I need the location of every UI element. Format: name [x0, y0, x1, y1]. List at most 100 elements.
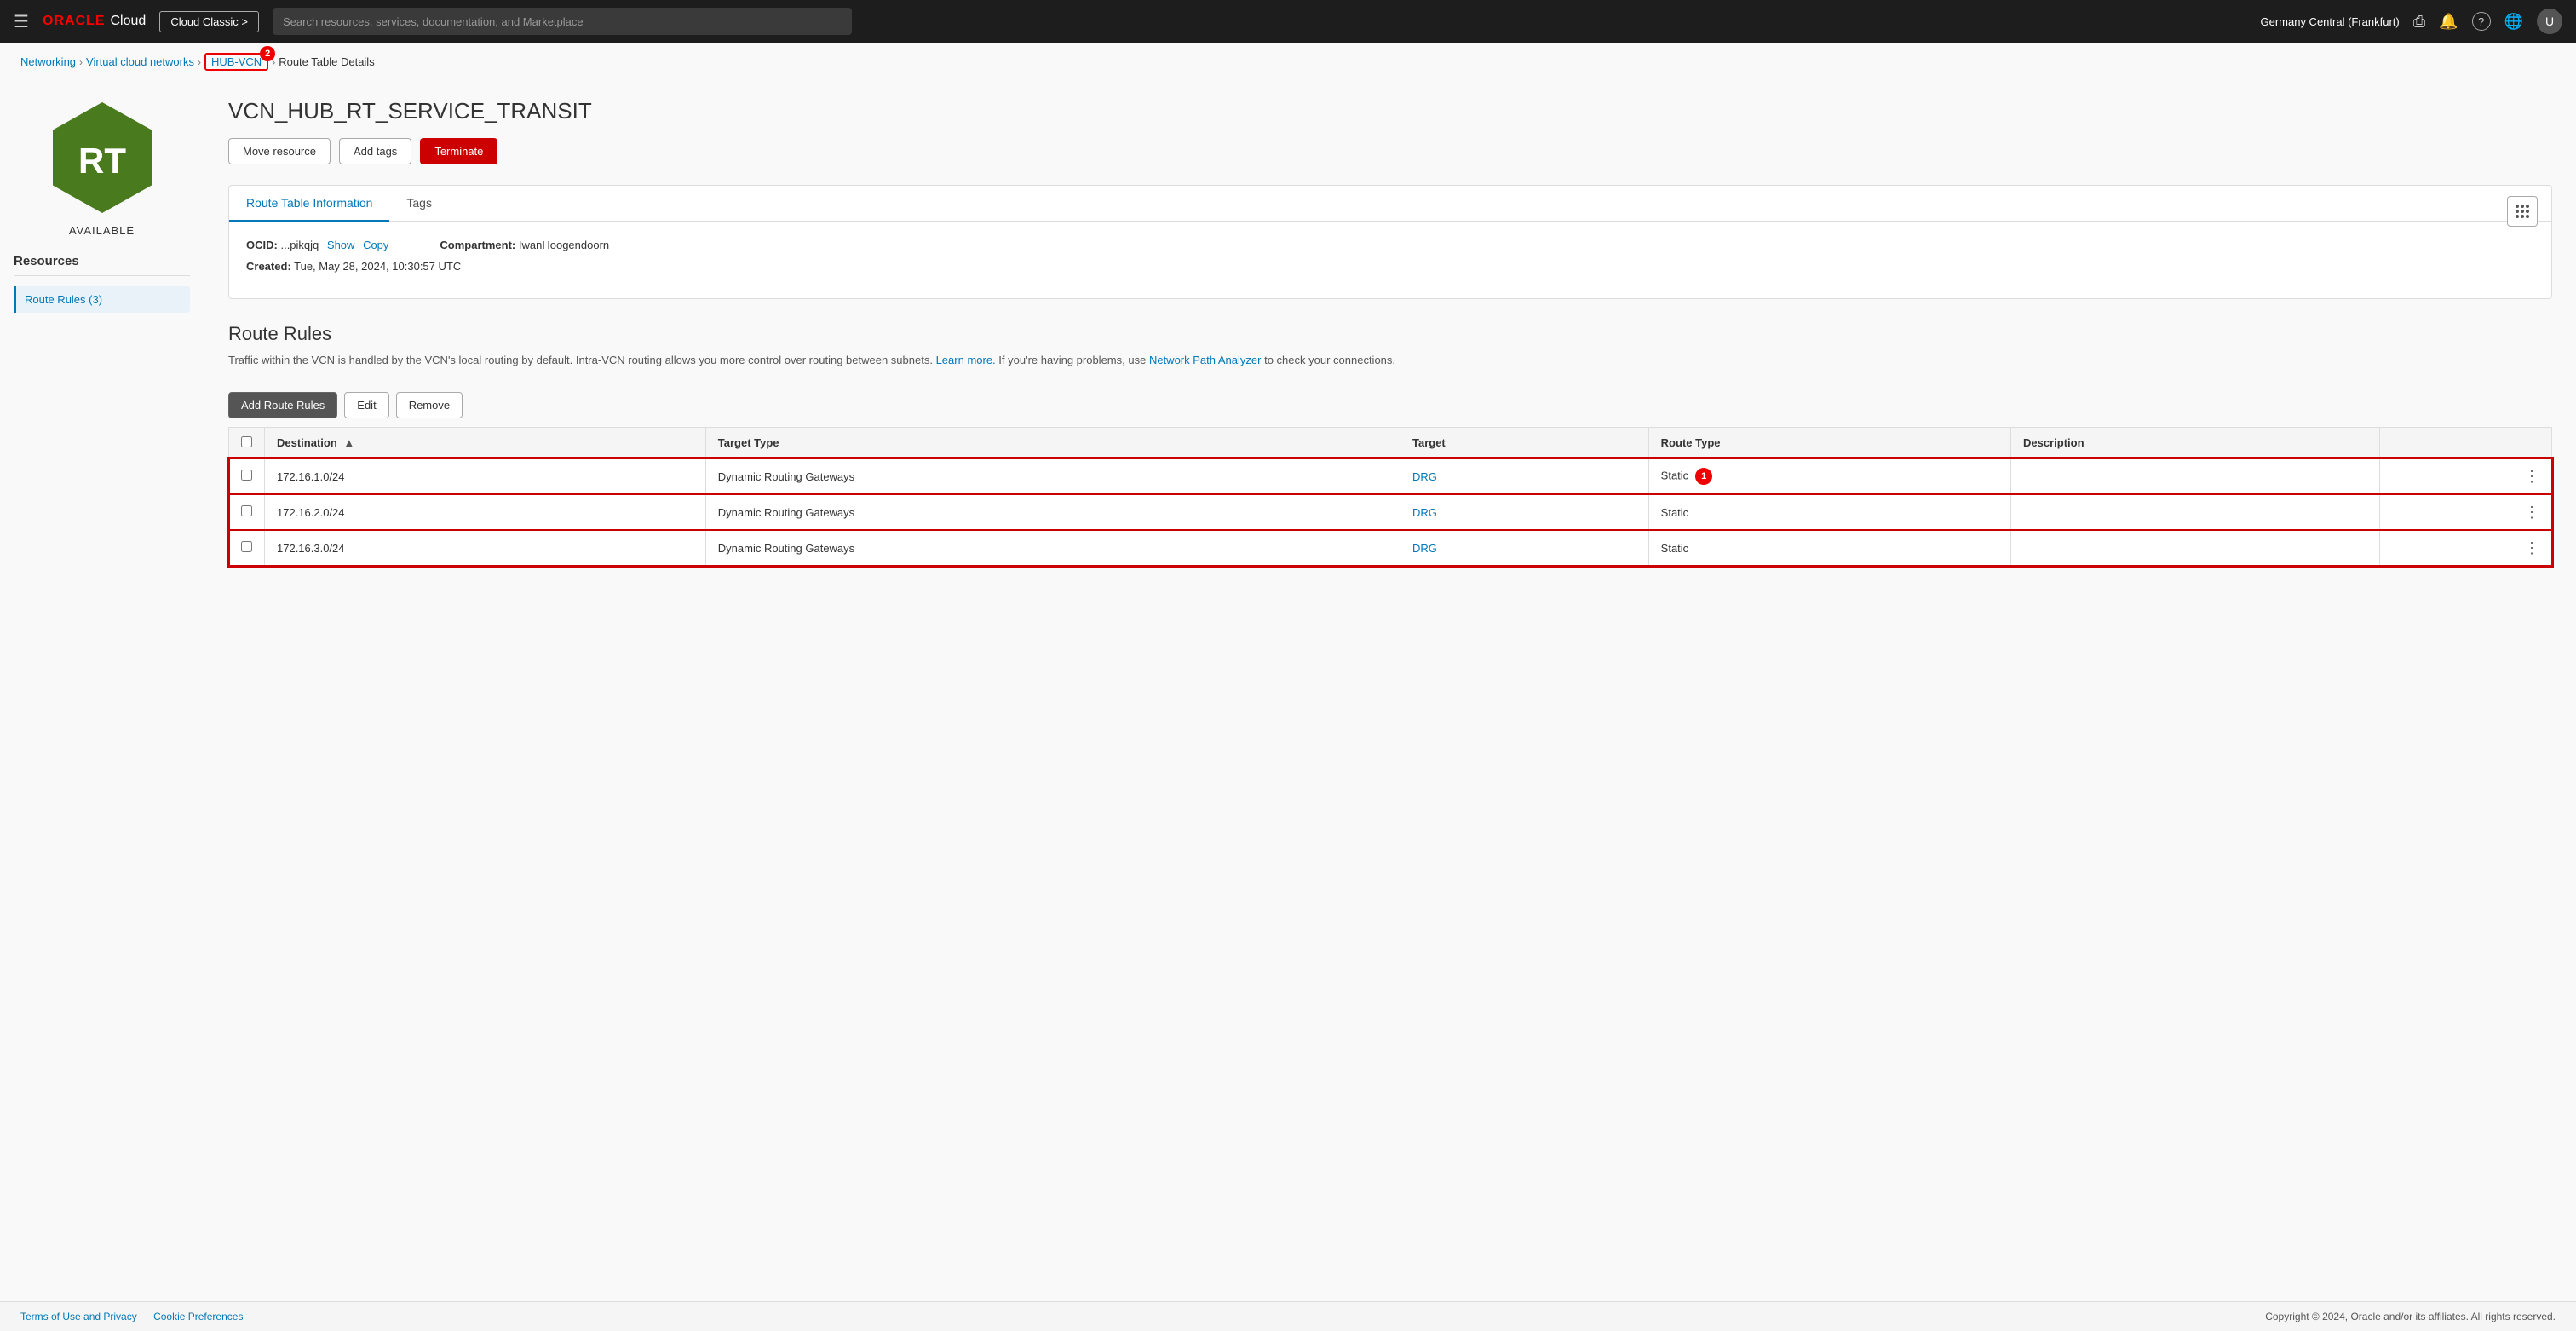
edit-button[interactable]: Edit — [344, 392, 388, 418]
svg-text:RT: RT — [78, 141, 126, 181]
tab-tags[interactable]: Tags — [389, 186, 449, 222]
ocid-copy-link[interactable]: Copy — [363, 239, 388, 251]
terminate-button[interactable]: Terminate — [420, 138, 497, 164]
created-field: Created: Tue, May 28, 2024, 10:30:57 UTC — [246, 260, 461, 273]
select-all-checkbox[interactable] — [241, 436, 252, 447]
row-checkbox[interactable] — [241, 470, 252, 481]
kebab-menu-icon[interactable]: ⋮ — [2524, 468, 2539, 485]
kebab-menu-icon[interactable]: ⋮ — [2524, 504, 2539, 521]
page-title: VCN_HUB_RT_SERVICE_TRANSIT — [228, 98, 2552, 124]
info-card-body: OCID: ...pikqjq Show Copy Compartment: I… — [229, 222, 2551, 298]
rt-status: AVAILABLE — [69, 224, 135, 237]
cookie-link[interactable]: Cookie Preferences — [153, 1311, 243, 1322]
cell-route-type: Static — [1648, 530, 2010, 566]
cell-route-type: Static1 — [1648, 458, 2010, 494]
ocid-show-link[interactable]: Show — [327, 239, 355, 251]
cell-target: DRG — [1400, 530, 1649, 566]
breadcrumb-vcn[interactable]: Virtual cloud networks — [86, 55, 194, 68]
table-toolbar: Add Route Rules Edit Remove — [228, 383, 2552, 427]
avatar[interactable]: U — [2537, 9, 2562, 34]
bell-icon[interactable]: 🔔 — [2439, 13, 2458, 31]
breadcrumb-networking[interactable]: Networking — [20, 55, 76, 68]
ocid-value: ...pikqjq — [280, 239, 319, 251]
ocid-field: OCID: ...pikqjq Show Copy — [246, 239, 388, 251]
route-type-badge: 1 — [1695, 468, 1712, 485]
breadcrumb-sep-1: › — [79, 56, 83, 68]
rt-icon-container: RT AVAILABLE — [14, 98, 190, 237]
footer-copyright: Copyright © 2024, Oracle and/or its affi… — [2265, 1311, 2556, 1322]
remove-button[interactable]: Remove — [396, 392, 463, 418]
cell-destination: 172.16.3.0/24 — [265, 530, 706, 566]
globe-icon[interactable]: 🌐 — [2504, 13, 2523, 31]
left-panel: RT AVAILABLE Resources Route Rules (3) — [0, 81, 204, 1301]
terms-link[interactable]: Terms of Use and Privacy — [20, 1311, 137, 1322]
cell-target-type: Dynamic Routing Gateways — [705, 458, 1400, 494]
cell-target: DRG — [1400, 494, 1649, 530]
rt-hexagon: RT — [43, 98, 162, 217]
target-link[interactable]: DRG — [1412, 506, 1437, 519]
compartment-field: Compartment: IwanHoogendoorn — [440, 239, 609, 251]
col-header-checkbox — [229, 427, 265, 458]
learn-more-link[interactable]: Learn more. — [936, 354, 996, 366]
breadcrumb-current: Route Table Details — [279, 55, 375, 68]
add-route-rules-button[interactable]: Add Route Rules — [228, 392, 337, 418]
cell-target-type: Dynamic Routing Gateways — [705, 494, 1400, 530]
cell-description — [2011, 494, 2380, 530]
breadcrumb-hub-vcn-container: HUB-VCN 2 — [204, 53, 268, 71]
oracle-logo: ORACLE Cloud — [43, 14, 146, 29]
resources-title: Resources — [14, 254, 190, 276]
network-path-analyzer-link[interactable]: Network Path Analyzer — [1149, 354, 1262, 366]
target-link[interactable]: DRG — [1412, 542, 1437, 555]
footer-left: Terms of Use and Privacy Cookie Preferen… — [20, 1311, 256, 1322]
search-input[interactable] — [273, 8, 852, 35]
add-tags-button[interactable]: Add tags — [339, 138, 411, 164]
action-buttons: Move resource Add tags Terminate — [228, 138, 2552, 164]
table-row: 172.16.2.0/24Dynamic Routing Gateways DRG… — [229, 494, 2552, 530]
nav-icon-group: ⎙ 🔔 ? 🌐 U — [2413, 9, 2562, 34]
route-rules-section: Route Rules Traffic within the VCN is ha… — [228, 323, 2552, 567]
table-row: 172.16.3.0/24Dynamic Routing Gateways DRG… — [229, 530, 2552, 566]
col-header-route-type: Route Type — [1648, 427, 2010, 458]
oracle-text: ORACLE — [43, 14, 106, 29]
col-header-target-type: Target Type — [705, 427, 1400, 458]
route-rules-table: Destination ▲ Target Type Target Route T… — [228, 427, 2552, 567]
info-row-2: Created: Tue, May 28, 2024, 10:30:57 UTC — [246, 260, 2534, 273]
table-row: 172.16.1.0/24Dynamic Routing GatewaysDRG… — [229, 458, 2552, 494]
target-link[interactable]: DRG — [1412, 470, 1437, 483]
compartment-value: IwanHoogendoorn — [519, 239, 609, 251]
top-navigation: ☰ ORACLE Cloud Cloud Classic > Germany C… — [0, 0, 2576, 43]
cell-destination: 172.16.2.0/24 — [265, 494, 706, 530]
move-resource-button[interactable]: Move resource — [228, 138, 331, 164]
content-area: VCN_HUB_RT_SERVICE_TRANSIT Move resource… — [204, 81, 2576, 1301]
main-layout: RT AVAILABLE Resources Route Rules (3) V… — [0, 81, 2576, 1301]
widget-icon[interactable] — [2507, 196, 2538, 227]
sidebar-item-route-rules[interactable]: Route Rules (3) — [14, 286, 190, 313]
info-card-tabs: Route Table Information Tags — [229, 186, 2551, 222]
cell-target-type: Dynamic Routing Gateways — [705, 530, 1400, 566]
console-icon[interactable]: ⎙ — [2413, 13, 2425, 31]
footer: Terms of Use and Privacy Cookie Preferen… — [0, 1301, 2576, 1331]
cloud-text: Cloud — [111, 14, 147, 29]
created-value: Tue, May 28, 2024, 10:30:57 UTC — [294, 260, 461, 273]
col-header-description: Description — [2011, 427, 2380, 458]
tab-route-table-info[interactable]: Route Table Information — [229, 186, 389, 222]
sort-arrow-destination[interactable]: ▲ — [343, 436, 354, 449]
breadcrumb: Networking › Virtual cloud networks › HU… — [0, 43, 2576, 81]
row-checkbox[interactable] — [241, 505, 252, 516]
col-header-destination: Destination ▲ — [265, 427, 706, 458]
nav-right-section: Germany Central (Frankfurt) ⎙ 🔔 ? 🌐 U — [2260, 9, 2562, 34]
row-checkbox[interactable] — [241, 541, 252, 552]
info-row-1: OCID: ...pikqjq Show Copy Compartment: I… — [246, 239, 2534, 251]
region-selector[interactable]: Germany Central (Frankfurt) — [2260, 15, 2399, 28]
cell-description — [2011, 458, 2380, 494]
breadcrumb-hub-vcn[interactable]: HUB-VCN — [211, 55, 262, 68]
route-rules-description: Traffic within the VCN is handled by the… — [228, 352, 2552, 370]
help-icon[interactable]: ? — [2472, 12, 2491, 31]
hamburger-icon[interactable]: ☰ — [14, 11, 29, 32]
cloud-classic-button[interactable]: Cloud Classic > — [159, 11, 259, 32]
kebab-menu-icon[interactable]: ⋮ — [2524, 539, 2539, 556]
cell-target: DRG — [1400, 458, 1649, 494]
route-rules-title: Route Rules — [228, 323, 2552, 345]
info-card: Route Table Information Tags OCID: ...pi… — [228, 185, 2552, 299]
col-header-target: Target — [1400, 427, 1649, 458]
